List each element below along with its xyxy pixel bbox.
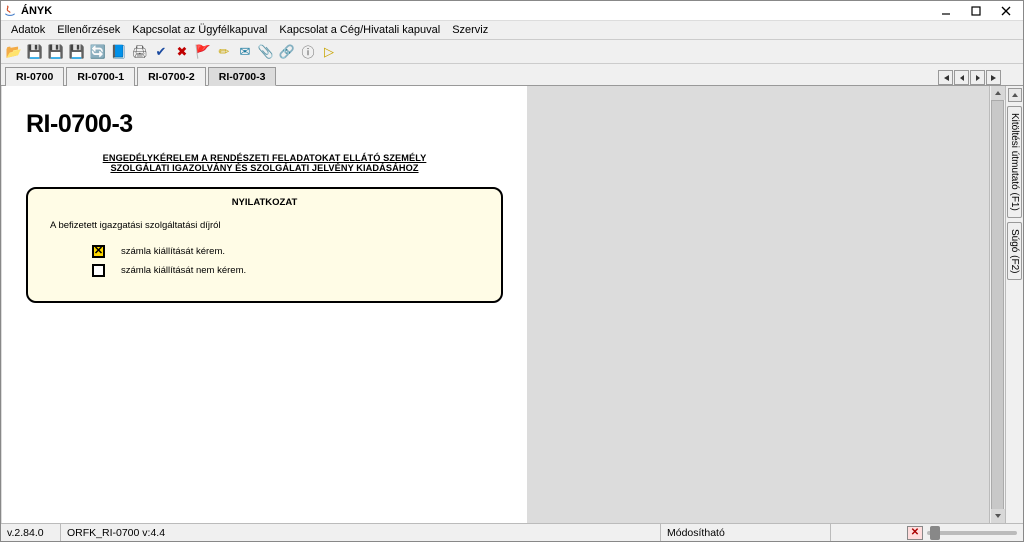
save-all-icon[interactable]: 💾	[68, 43, 86, 61]
side-tabs: Kitöltési útmutató (F1) Súgó (F2)	[1005, 86, 1023, 523]
box-intro: A befizetett igazgatási szolgáltatási dí…	[50, 220, 485, 231]
status-state: Módosítható	[661, 524, 831, 541]
option-label-1: számla kiállítását kérem.	[121, 246, 225, 257]
run-icon[interactable]: ▷	[320, 43, 338, 61]
check-icon[interactable]: ✔	[152, 43, 170, 61]
option-row-2: számla kiállítását nem kérem.	[92, 264, 485, 277]
link-icon[interactable]: 🔗	[278, 43, 296, 61]
maximize-button[interactable]	[961, 2, 991, 20]
side-tab-help-f2[interactable]: Súgó (F2)	[1007, 222, 1022, 280]
zoom-reset-icon[interactable]: ✕	[907, 526, 923, 540]
nav-next-button[interactable]	[970, 70, 985, 85]
main-area: RI-0700-3 ENGEDÉLYKÉRELEM A RENDÉSZETI F…	[1, 86, 1023, 523]
minimize-button[interactable]	[931, 2, 961, 20]
flag-icon[interactable]: 🚩	[194, 43, 212, 61]
open-folder-icon[interactable]: 📂	[5, 43, 23, 61]
edit-icon[interactable]: ✏	[215, 43, 233, 61]
side-tab-help-f1[interactable]: Kitöltési útmutató (F1)	[1007, 106, 1022, 218]
nav-first-button[interactable]	[938, 70, 953, 85]
status-template: ORFK_RI-0700 v:4.4	[61, 524, 661, 541]
checkbox-no-invoice[interactable]	[92, 264, 105, 277]
info-icon[interactable]: ⓘ	[299, 43, 317, 61]
cancel-icon[interactable]: ✖	[173, 43, 191, 61]
form-title: RI-0700-3	[26, 110, 503, 139]
nav-last-button[interactable]	[986, 70, 1001, 85]
option-label-2: számla kiállítását nem kérem.	[121, 265, 246, 276]
close-button[interactable]	[991, 2, 1021, 20]
menu-hivatali[interactable]: Kapcsolat a Cég/Hivatali kapuval	[273, 22, 446, 38]
status-zoom-controls: ✕	[901, 526, 1023, 540]
save-as-icon[interactable]: 💾	[47, 43, 65, 61]
scroll-down-icon[interactable]	[991, 509, 1005, 523]
menu-szerviz[interactable]: Szerviz	[446, 22, 494, 38]
tab-t0[interactable]: RI-0700	[5, 67, 64, 86]
save-icon[interactable]: 💾	[26, 43, 44, 61]
side-collapse-button[interactable]	[1008, 88, 1022, 102]
form-header-1: ENGEDÉLYKÉRELEM A RENDÉSZETI FELADATOKAT…	[26, 153, 503, 163]
doc-icon[interactable]: 📘	[110, 43, 128, 61]
mail-icon[interactable]: ✉	[236, 43, 254, 61]
status-bar: v.2.84.0 ORFK_RI-0700 v:4.4 Módosítható …	[1, 523, 1023, 541]
tab-t2[interactable]: RI-0700-2	[137, 67, 206, 86]
menu-ellenorzesek[interactable]: Ellenőrzések	[51, 22, 126, 38]
app-window: ÁNYK Adatok Ellenőrzések Kapcsolat az Üg…	[0, 0, 1024, 542]
checkbox-request-invoice[interactable]	[92, 245, 105, 258]
app-title: ÁNYK	[21, 5, 931, 17]
vertical-scrollbar[interactable]	[989, 86, 1005, 523]
print-icon[interactable]: 🖨	[131, 43, 149, 61]
title-bar: ÁNYK	[1, 1, 1023, 21]
tabs-row: RI-0700RI-0700-1RI-0700-2RI-0700-3	[1, 64, 1023, 86]
menu-bar: Adatok Ellenőrzések Kapcsolat az Ügyfélk…	[1, 21, 1023, 40]
refresh-icon[interactable]: 🔄	[89, 43, 107, 61]
java-icon	[3, 4, 17, 18]
form-area: RI-0700-3 ENGEDÉLYKÉRELEM A RENDÉSZETI F…	[1, 86, 989, 523]
zoom-slider[interactable]	[927, 531, 1017, 535]
box-title: NYILATKOZAT	[44, 197, 485, 208]
declaration-box: NYILATKOZAT A befizetett igazgatási szol…	[26, 187, 503, 303]
status-version: v.2.84.0	[1, 524, 61, 541]
tab-t3[interactable]: RI-0700-3	[208, 67, 277, 86]
empty-canvas	[527, 86, 989, 523]
scroll-up-icon[interactable]	[991, 86, 1005, 100]
tab-t1[interactable]: RI-0700-1	[66, 67, 135, 86]
zoom-slider-knob[interactable]	[930, 526, 940, 540]
menu-adatok[interactable]: Adatok	[5, 22, 51, 38]
toolbar: 📂💾💾💾🔄📘🖨✔✖🚩✏✉📎🔗ⓘ▷	[1, 40, 1023, 64]
menu-ugyfelkapu[interactable]: Kapcsolat az Ügyfélkapuval	[126, 22, 273, 38]
form-page: RI-0700-3 ENGEDÉLYKÉRELEM A RENDÉSZETI F…	[2, 86, 527, 523]
option-row-1: számla kiállítását kérem.	[92, 245, 485, 258]
nav-prev-button[interactable]	[954, 70, 969, 85]
form-header-2: SZOLGÁLATI IGAZOLVÁNY ÉS SZOLGÁLATI JELV…	[26, 163, 503, 173]
scrollbar-thumb[interactable]	[991, 100, 1004, 520]
attach-icon[interactable]: 📎	[257, 43, 275, 61]
